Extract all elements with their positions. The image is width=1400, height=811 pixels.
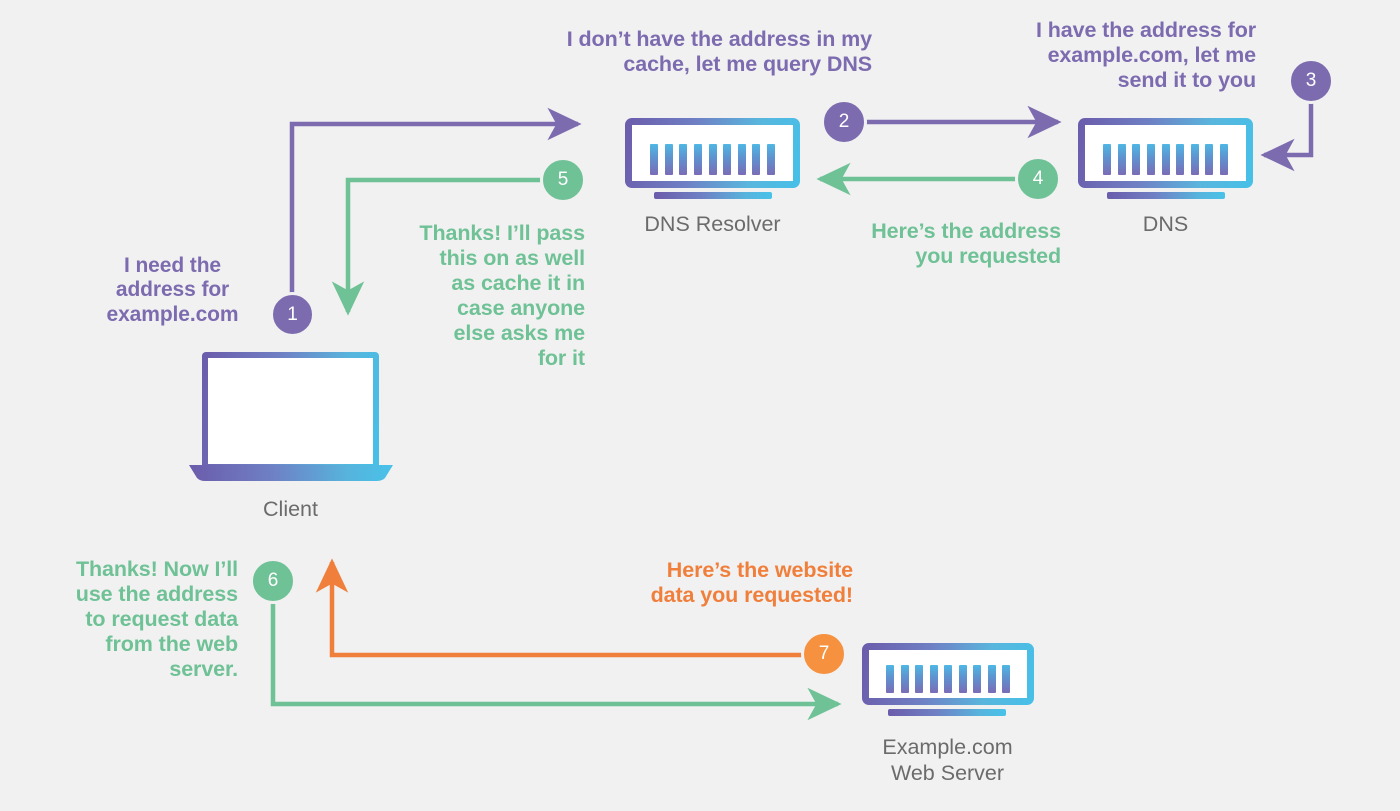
message-client-request-data: Thanks! Now I’ll use the address to requ…	[75, 557, 238, 681]
web-server-node	[862, 643, 1034, 723]
dns-resolution-diagram: I need the address for example.com I don…	[0, 0, 1400, 811]
step-badge-1[interactable]: 1	[270, 292, 315, 337]
dns-resolver-label: DNS Resolver	[644, 212, 781, 236]
server-base	[654, 192, 772, 199]
step-badge-2[interactable]: 2	[821, 99, 867, 145]
step-badge-7[interactable]: 7	[801, 631, 847, 677]
server-bars	[1103, 144, 1228, 175]
step-badge-4[interactable]: 4	[1015, 156, 1061, 202]
client-label: Client	[263, 497, 318, 521]
arrow-step-3	[1260, 102, 1314, 172]
step-badge-3[interactable]: 3	[1288, 58, 1334, 104]
arrow-step-6	[270, 604, 842, 721]
dns-label: DNS	[1142, 212, 1189, 236]
server-base	[1107, 192, 1225, 199]
step-badge-5[interactable]: 5	[540, 157, 586, 203]
message-dns-returns-address: Here’s the address you requested	[871, 219, 1061, 268]
laptop-base-icon	[189, 465, 393, 481]
server-base	[888, 709, 1006, 716]
dns-resolver-node	[625, 118, 800, 199]
server-bars	[650, 144, 775, 175]
message-dns-has-address: I have the address for example.com, let …	[1035, 18, 1256, 92]
message-client-request: I need the address for example.com	[106, 254, 239, 326]
server-bars	[886, 665, 1010, 693]
dns-node	[1078, 118, 1253, 199]
client-node	[188, 352, 394, 482]
message-resolver-cache-note: Thanks! I’ll pass this on as well as cac…	[419, 221, 585, 370]
message-resolver-no-cache: I don’t have the address in my cache, le…	[566, 27, 872, 76]
web-server-label: Example.com Web Server	[882, 735, 1013, 785]
web-server-icon	[862, 643, 1034, 705]
message-server-returns-data: Here’s the website data you requested!	[650, 558, 854, 607]
dns-icon	[1078, 118, 1253, 188]
dns-resolver-icon	[625, 118, 800, 188]
step-badge-6[interactable]: 6	[250, 558, 296, 604]
